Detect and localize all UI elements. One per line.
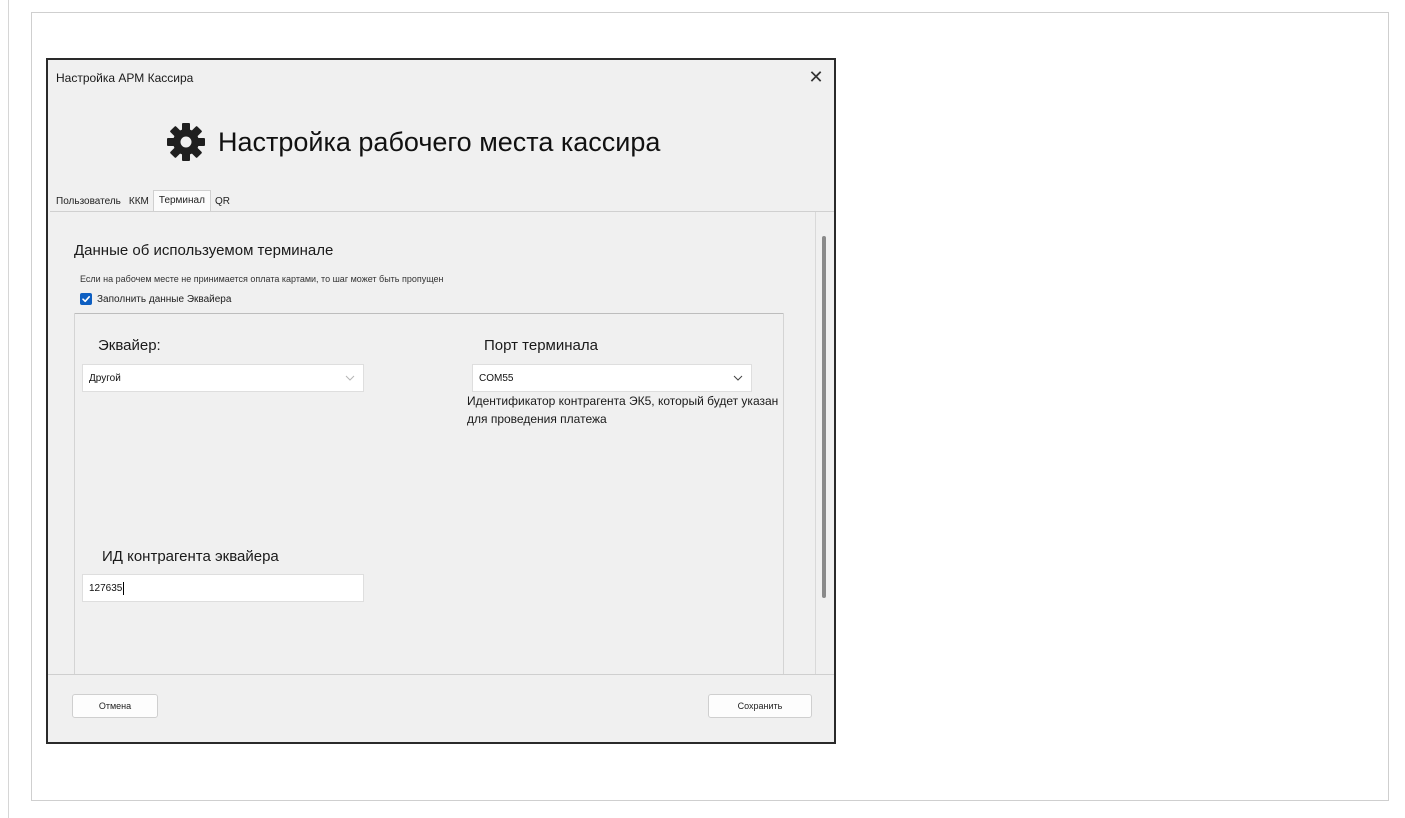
gear-icon — [167, 123, 205, 161]
acquirer-select[interactable]: Другой — [82, 364, 364, 392]
close-button[interactable]: ✕ — [804, 66, 828, 88]
left-divider — [8, 0, 9, 818]
terminal-tab-panel: Данные об используемом терминале Если на… — [50, 211, 834, 675]
checkbox-checked-icon[interactable] — [80, 293, 92, 305]
dialog-header: Настройка рабочего места кассира — [166, 118, 660, 166]
text-caret — [123, 581, 125, 595]
cancel-button[interactable]: Отмена — [72, 694, 158, 718]
group-divider — [74, 313, 784, 314]
acquirer-value: Другой — [89, 372, 121, 384]
port-select[interactable]: COM55 — [472, 364, 752, 392]
scrollbar[interactable] — [815, 212, 832, 674]
counterparty-id-value: 127635 — [89, 582, 123, 594]
checkbox-label: Заполнить данные Эквайера — [97, 293, 232, 305]
settings-dialog: Настройка АРМ Кассира ✕ Настройка рабоче… — [46, 58, 836, 744]
tab-bar: Пользователь ККМ Терминал QR — [52, 190, 234, 211]
section-title: Данные об используемом терминале — [74, 242, 334, 259]
close-icon: ✕ — [808, 67, 824, 87]
tab-qr[interactable]: QR — [211, 193, 234, 210]
fill-acquirer-checkbox[interactable]: Заполнить данные Эквайера — [80, 293, 231, 305]
scrollbar-thumb[interactable] — [822, 236, 826, 598]
dialog-heading: Настройка рабочего места кассира — [218, 126, 661, 157]
counterparty-description: Идентификатор контрагента ЭК5, который б… — [467, 394, 779, 426]
tab-kkm[interactable]: ККМ — [125, 193, 153, 210]
port-label: Порт терминала — [484, 337, 598, 354]
title-bar: Настройка АРМ Кассира ✕ — [48, 60, 834, 94]
counterparty-id-input[interactable]: 127635 — [82, 574, 364, 602]
group-border-left — [74, 313, 75, 675]
acquirer-label: Эквайер: — [98, 337, 161, 354]
counterparty-id-label: ИД контрагента эквайера — [102, 548, 279, 565]
window-title: Настройка АРМ Кассира — [56, 71, 194, 85]
save-button[interactable]: Сохранить — [708, 694, 812, 718]
footer-divider — [48, 674, 834, 675]
port-value: COM55 — [479, 372, 514, 384]
group-border-right — [783, 313, 784, 675]
section-hint: Если на рабочем месте не принимается опл… — [80, 274, 444, 284]
chevron-down-icon — [733, 375, 743, 381]
tab-terminal[interactable]: Терминал — [152, 190, 211, 211]
chevron-down-icon — [345, 375, 355, 381]
tab-user[interactable]: Пользователь — [52, 193, 125, 210]
